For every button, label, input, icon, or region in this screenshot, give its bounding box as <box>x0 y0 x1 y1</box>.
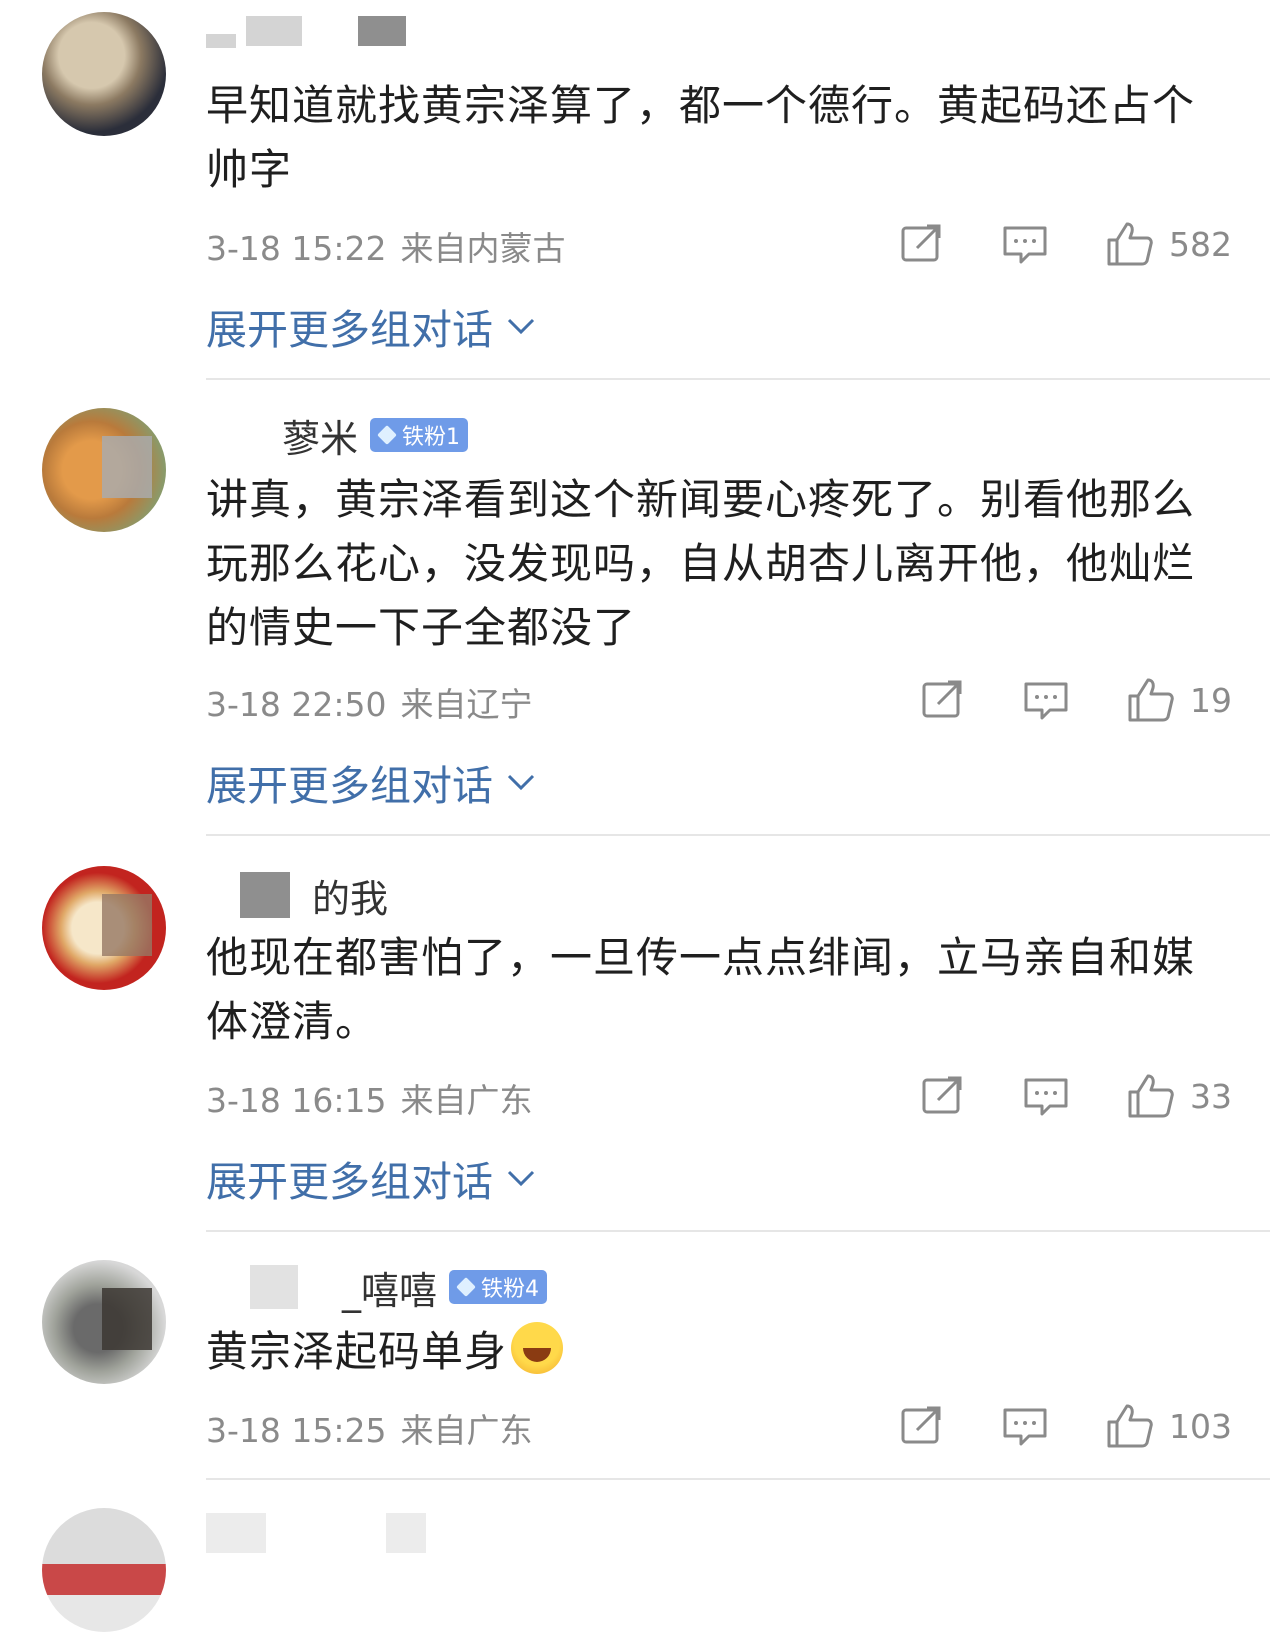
fan-badge-label: 铁粉4 <box>481 1277 540 1302</box>
comment-actions: 582 <box>895 218 1232 270</box>
chevron-down-icon <box>507 1170 535 1187</box>
diamond-icon <box>377 425 397 445</box>
avatar[interactable] <box>42 12 166 136</box>
username[interactable]: 的我 <box>206 870 389 921</box>
chevron-down-icon <box>507 318 535 335</box>
like-count: 103 <box>1169 1406 1232 1446</box>
username[interactable]: 蓼米 铁粉1 <box>206 410 469 461</box>
username[interactable] <box>206 6 406 56</box>
redacted-name <box>206 880 240 910</box>
fan-badge-label: 铁粉1 <box>402 425 461 450</box>
redacted-area <box>102 436 152 498</box>
comment-meta: 3-18 16:15 来自广东 <box>206 1074 533 1122</box>
comment-icon[interactable] <box>999 218 1051 270</box>
comment-meta: 3-18 22:50 来自辽宁 <box>206 678 533 726</box>
avatar[interactable] <box>42 1508 166 1632</box>
comment-time: 3-18 16:15 <box>206 1081 387 1120</box>
like-count: 582 <box>1169 224 1232 264</box>
share-icon[interactable] <box>916 674 968 726</box>
thumbs-up-icon[interactable] <box>1124 1070 1176 1122</box>
redacted-area <box>102 1288 152 1350</box>
avatar[interactable] <box>42 866 166 990</box>
comment-actions: 103 <box>895 1400 1232 1452</box>
username[interactable]: _嘻嘻 铁粉4 <box>206 1262 548 1313</box>
username-text: 的我 <box>312 876 389 921</box>
thumbs-up-icon[interactable] <box>1103 1400 1155 1452</box>
redacted-area <box>102 894 152 956</box>
redacted-name <box>250 1265 298 1309</box>
username[interactable] <box>206 1508 426 1558</box>
redacted-name <box>206 420 276 450</box>
redacted-name <box>206 34 236 48</box>
comment-location: 来自广东 <box>400 1411 533 1450</box>
avatar[interactable] <box>42 1260 166 1384</box>
fan-badge: 铁粉1 <box>370 418 469 452</box>
diamond-icon <box>456 1277 476 1297</box>
comment-location: 来自内蒙古 <box>400 229 566 268</box>
divider <box>206 834 1270 836</box>
chevron-down-icon <box>507 774 535 791</box>
thumbs-up-icon[interactable] <box>1124 674 1176 726</box>
expand-conversation-link[interactable]: 展开更多组对话 <box>206 752 539 812</box>
expand-label: 展开更多组对话 <box>206 1158 493 1206</box>
comment-actions: 33 <box>916 1070 1232 1122</box>
redacted-name <box>246 16 302 46</box>
comment-text: 早知道就找黄宗泽算了，都一个德行。黄起码还占个帅字 <box>206 81 1196 194</box>
expand-label: 展开更多组对话 <box>206 306 493 354</box>
comment-text: 他现在都害怕了，一旦传一点点绯闻，立马亲自和媒体澄清。 <box>206 933 1196 1046</box>
share-icon[interactable] <box>895 1400 947 1452</box>
comment-meta: 3-18 15:22 来自内蒙古 <box>206 222 566 270</box>
redacted-name <box>240 872 290 918</box>
comment-actions: 19 <box>916 674 1232 726</box>
comment-time: 3-18 22:50 <box>206 685 387 724</box>
avatar[interactable] <box>42 408 166 532</box>
username-text: 蓼米 <box>282 416 359 461</box>
redacted-name <box>206 1513 266 1553</box>
share-icon[interactable] <box>895 218 947 270</box>
username-text: _嘻嘻 <box>342 1268 438 1313</box>
comment-time: 3-18 15:25 <box>206 1411 387 1450</box>
like-count: 19 <box>1190 680 1232 720</box>
comment-text-body: 黄宗泽起码单身 <box>206 1327 508 1376</box>
divider <box>206 378 1270 380</box>
comment-text: 讲真，黄宗泽看到这个新闻要心疼死了。别看他那么玩那么花心，没发现吗，自从胡杏儿离… <box>206 475 1196 652</box>
like-count: 33 <box>1190 1076 1232 1116</box>
comment-location: 来自辽宁 <box>400 685 533 724</box>
divider <box>206 1478 1270 1480</box>
comment-time: 3-18 15:22 <box>206 229 387 268</box>
comment-text: 黄宗泽起码单身 <box>206 1320 1236 1384</box>
thumbs-up-icon[interactable] <box>1103 218 1155 270</box>
expand-label: 展开更多组对话 <box>206 762 493 810</box>
expand-conversation-link[interactable]: 展开更多组对话 <box>206 296 539 356</box>
comment-icon[interactable] <box>1020 1070 1072 1122</box>
fan-badge: 铁粉4 <box>449 1270 548 1304</box>
laugh-cry-emoji <box>511 1322 564 1374</box>
redacted-name <box>358 16 406 46</box>
comment-icon[interactable] <box>999 1400 1051 1452</box>
comment-meta: 3-18 15:25 来自广东 <box>206 1404 533 1452</box>
divider <box>206 1230 1270 1232</box>
share-icon[interactable] <box>916 1070 968 1122</box>
expand-conversation-link[interactable]: 展开更多组对话 <box>206 1148 539 1208</box>
comment-icon[interactable] <box>1020 674 1072 726</box>
comment-location: 来自广东 <box>400 1081 533 1120</box>
redacted-name <box>386 1513 426 1553</box>
